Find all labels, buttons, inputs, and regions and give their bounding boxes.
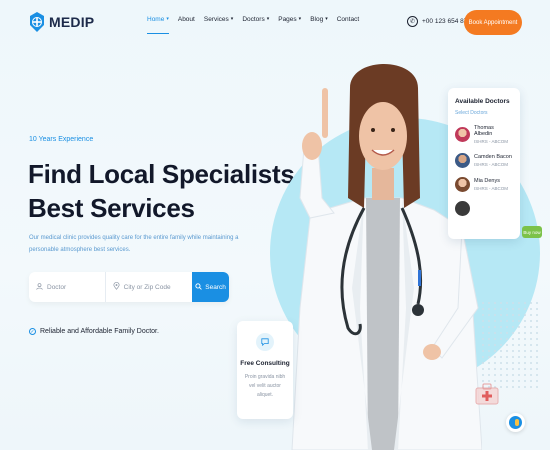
chat-icon bbox=[256, 333, 274, 351]
chevron-down-icon: ▾ bbox=[266, 16, 270, 22]
nav-label: Pages bbox=[278, 16, 297, 23]
nav-label: Doctors bbox=[242, 16, 265, 23]
site-header: MEDIP Home ▾ About Services ▾ Doctors ▾ … bbox=[0, 0, 550, 44]
main-nav: Home ▾ About Services ▾ Doctors ▾ Pages … bbox=[147, 16, 368, 34]
chevron-down-icon: ▾ bbox=[325, 16, 328, 22]
doctor-spec: ISHRS - ABCOM bbox=[474, 186, 509, 191]
nav-home[interactable]: Home ▾ bbox=[147, 16, 169, 34]
doctor-spec: ISHRS - ABCOM bbox=[474, 162, 509, 167]
user-icon bbox=[36, 282, 43, 292]
search-button-label: Search bbox=[205, 283, 226, 291]
doctor-name: Camden Bacon bbox=[474, 154, 512, 160]
dot-pattern bbox=[480, 300, 540, 390]
doctor-info: Camden Bacon ISHRS - ABCOM bbox=[474, 154, 512, 167]
nav-doctors[interactable]: Doctors ▾ bbox=[242, 16, 269, 23]
hero-title: Find Local Specialists Best Services bbox=[28, 157, 295, 225]
available-doctors-title: Available Doctors bbox=[455, 98, 510, 105]
reliable-note: ✓ Reliable and Affordable Family Doctor. bbox=[29, 328, 159, 335]
hero-description: Our medical clinic provides quality care… bbox=[29, 235, 239, 253]
doctor-name: Mia Denys bbox=[474, 178, 500, 184]
hero-title-line1: Find Local Specialists bbox=[28, 159, 295, 189]
buy-now-button[interactable]: Buy now bbox=[522, 226, 542, 238]
nav-contact[interactable]: Contact bbox=[337, 16, 359, 23]
nav-label: Services bbox=[203, 16, 229, 23]
nav-blog[interactable]: Blog ▾ bbox=[310, 16, 328, 23]
phone-icon: ✆ bbox=[407, 16, 418, 27]
search-button[interactable]: Search bbox=[192, 272, 229, 302]
search-bar: Doctor City or Zip Code Search bbox=[29, 272, 229, 302]
avatar bbox=[455, 201, 470, 216]
doctor-field[interactable]: Doctor bbox=[29, 272, 106, 302]
check-circle-icon: ✓ bbox=[29, 328, 36, 335]
doctor-list-item-partial bbox=[455, 201, 513, 216]
doctor-list-item[interactable]: Camden Bacon ISHRS - ABCOM bbox=[455, 153, 513, 168]
chevron-down-icon: ▾ bbox=[230, 16, 234, 22]
nav-pages[interactable]: Pages ▾ bbox=[278, 16, 301, 23]
available-doctors-card: Available Doctors Select Doctors Thomas … bbox=[448, 88, 520, 239]
nav-label: Contact bbox=[336, 16, 360, 23]
medkit-icon bbox=[475, 383, 499, 405]
book-appointment-button[interactable]: Book Appointment bbox=[464, 10, 522, 35]
chevron-down-icon: ▾ bbox=[298, 16, 302, 22]
zip-field[interactable]: City or Zip Code bbox=[106, 272, 193, 302]
brand-name: MEDIP bbox=[49, 14, 95, 30]
nav-label: About bbox=[177, 16, 195, 23]
chevron-down-icon: ▾ bbox=[166, 16, 169, 22]
doctor-info: Thomas Albedin ISHRS - ABCOM bbox=[474, 125, 513, 144]
reliable-text: Reliable and Affordable Family Doctor. bbox=[40, 328, 159, 335]
scroll-toggle-icon[interactable] bbox=[506, 413, 525, 432]
doctor-spec: ISHRS - ABCOM bbox=[474, 139, 509, 144]
doctor-name: Thomas Albedin bbox=[474, 125, 494, 137]
nav-services[interactable]: Services ▾ bbox=[204, 16, 233, 23]
doctor-list-item[interactable]: Mia Denys ISHRS - ABCOM bbox=[455, 177, 513, 192]
consulting-title: Free Consulting bbox=[240, 360, 290, 367]
select-doctors-label: Select Doctors bbox=[455, 110, 488, 116]
zip-placeholder: City or Zip Code bbox=[123, 283, 171, 291]
hero-title-line2: Best Services bbox=[28, 193, 195, 223]
nav-label: Home bbox=[147, 16, 165, 23]
phone-contact[interactable]: ✆ +00 123 654 878 bbox=[407, 16, 471, 27]
search-icon bbox=[195, 282, 203, 292]
doctor-info: Mia Denys ISHRS - ABCOM bbox=[474, 178, 508, 191]
logo[interactable]: MEDIP bbox=[29, 11, 94, 33]
free-consulting-card[interactable]: Free Consulting Proin gravida nibh vel v… bbox=[237, 321, 293, 419]
avatar bbox=[455, 177, 470, 192]
nav-about[interactable]: About bbox=[178, 16, 195, 23]
experience-label: 10 Years Experience bbox=[29, 136, 94, 143]
doctor-list-item[interactable]: Thomas Albedin ISHRS - ABCOM bbox=[455, 125, 513, 144]
consulting-text: Proin gravida nibh vel velit auctor aliq… bbox=[244, 374, 286, 398]
nav-label: Blog bbox=[310, 16, 324, 23]
avatar bbox=[455, 127, 470, 142]
location-pin-icon bbox=[113, 282, 120, 292]
globe-cross-icon bbox=[30, 12, 44, 32]
doctor-placeholder: Doctor bbox=[47, 283, 67, 291]
avatar bbox=[455, 153, 470, 168]
